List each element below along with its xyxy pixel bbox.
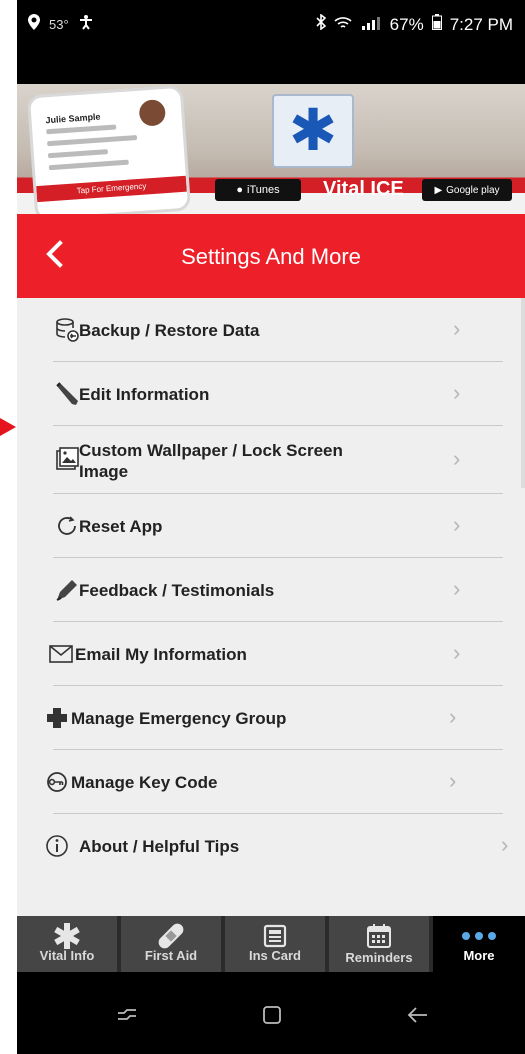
recent-apps-button[interactable]	[112, 1000, 142, 1030]
app-store-badge[interactable]: ● iTunes	[215, 179, 301, 201]
pen-icon	[53, 576, 81, 604]
promo-banner[interactable]: Julie Sample Tap For Emergency ✱ ● iTune…	[17, 84, 525, 214]
google-play-badge[interactable]: ▶ Google play	[422, 179, 512, 201]
pencil-icon	[53, 380, 81, 408]
menu-item-feedback[interactable]: Feedback / Testimonials ›	[17, 558, 525, 622]
bandage-icon	[121, 922, 221, 950]
chevron-right-icon: ›	[453, 576, 461, 601]
menu-item-label: Backup / Restore Data	[79, 321, 260, 340]
menu-item-custom-wallpaper[interactable]: Custom Wallpaper / Lock Screen Image ›	[17, 426, 525, 494]
status-right: 67% 7:27 PM	[316, 13, 513, 35]
chevron-right-icon: ›	[453, 316, 461, 341]
chevron-right-icon: ›	[453, 640, 461, 665]
google-play-label: Google play	[446, 184, 500, 196]
page-header: Settings And More	[17, 214, 525, 298]
bluetooth-icon	[316, 13, 326, 35]
avatar	[138, 99, 167, 127]
back-arrow-icon	[407, 1007, 427, 1023]
tab-reminders[interactable]: Reminders	[329, 916, 429, 972]
status-temperature: 53°	[49, 17, 69, 32]
star-of-life-icon: ✱	[288, 98, 338, 163]
tab-ins-card[interactable]: Ins Card	[225, 916, 325, 972]
home-button[interactable]	[257, 1000, 287, 1030]
menu-item-label: Custom Wallpaper / Lock Screen Image	[79, 441, 343, 481]
back-nav-button[interactable]	[403, 1000, 433, 1030]
menu-item-label: About / Helpful Tips	[79, 837, 240, 856]
menu-item-backup-restore[interactable]: Backup / Restore Data ›	[17, 298, 525, 362]
star-of-life-logo: ✱	[272, 94, 354, 168]
tab-first-aid[interactable]: First Aid	[121, 916, 221, 972]
status-time: 7:27 PM	[449, 14, 513, 34]
phone-screen: 53° 67% 7:27 PM Julie Sample Tap For Eme…	[17, 0, 525, 1054]
play-icon: ▶	[434, 184, 443, 196]
menu-item-label: Manage Key Code	[71, 773, 218, 792]
menu-item-reset-app[interactable]: Reset App ›	[17, 494, 525, 558]
asterisk-icon	[17, 922, 117, 950]
status-left: 53°	[27, 14, 95, 35]
menu-item-label: Email My Information	[75, 645, 247, 664]
pointer-arrow	[0, 418, 16, 436]
accessibility-icon	[77, 14, 95, 35]
menu-item-email-information[interactable]: Email My Information ›	[17, 622, 525, 686]
chevron-right-icon: ›	[453, 380, 461, 405]
menu-item-emergency-group[interactable]: Manage Emergency Group ›	[17, 686, 525, 750]
battery-icon	[431, 14, 442, 35]
recent-apps-icon	[118, 1009, 136, 1020]
location-icon	[27, 14, 41, 35]
page-title: Settings And More	[181, 244, 361, 269]
wifi-icon	[334, 15, 352, 35]
menu-item-label: Manage Emergency Group	[71, 709, 287, 728]
plus-icon	[43, 704, 71, 732]
chevron-right-icon: ›	[501, 832, 509, 857]
menu-item-edit-information[interactable]: Edit Information ›	[17, 362, 525, 426]
key-icon	[43, 768, 71, 796]
tab-vital-info[interactable]: Vital Info	[17, 916, 117, 972]
menu-item-about[interactable]: About / Helpful Tips ›	[17, 814, 525, 878]
menu-item-label: Reset App	[79, 517, 163, 536]
tab-label: Ins Card	[248, 948, 301, 963]
refresh-icon	[53, 512, 81, 540]
tab-more[interactable]: More	[433, 916, 525, 972]
brand-name: Vital ICE	[323, 178, 404, 200]
phone-mockup-cta: Tap For Emergency	[36, 175, 187, 203]
scrollbar[interactable]	[521, 298, 525, 488]
menu-item-key-code[interactable]: Manage Key Code ›	[17, 750, 525, 814]
card-icon	[225, 922, 325, 950]
menu-item-label: Edit Information	[79, 385, 210, 404]
menu-item-label: Feedback / Testimonials	[79, 581, 275, 600]
signal-icon	[360, 15, 382, 35]
more-dots-icon	[433, 922, 525, 950]
phone-mockup-name: Julie Sample	[45, 111, 101, 126]
mockup-line	[47, 149, 109, 159]
info-icon	[43, 832, 71, 860]
envelope-icon	[47, 640, 75, 668]
battery-percent: 67%	[389, 14, 424, 34]
bottom-tab-bar: Vital Info First Aid Ins Card Reminders …	[17, 916, 525, 972]
calendar-icon	[329, 922, 429, 950]
tab-label: Vital Info	[39, 948, 95, 963]
tab-label: First Aid	[144, 948, 198, 963]
status-bar: 53° 67% 7:27 PM	[17, 0, 525, 84]
chevron-right-icon: ›	[453, 446, 461, 471]
database-icon	[53, 316, 81, 344]
app-store-label: iTunes	[247, 184, 280, 196]
mockup-line	[47, 135, 138, 147]
mockup-line	[46, 124, 117, 135]
system-nav-bar	[17, 972, 525, 1054]
home-icon	[263, 1006, 281, 1024]
tab-label: More	[463, 948, 495, 963]
chevron-right-icon: ›	[453, 512, 461, 537]
apple-icon: ●	[236, 184, 244, 196]
image-icon	[53, 446, 81, 474]
mockup-line	[48, 159, 129, 171]
tab-label: Reminders	[345, 950, 413, 965]
chevron-right-icon: ›	[449, 704, 457, 729]
chevron-right-icon: ›	[449, 768, 457, 793]
phone-mockup-image: Julie Sample Tap For Emergency	[26, 84, 192, 214]
